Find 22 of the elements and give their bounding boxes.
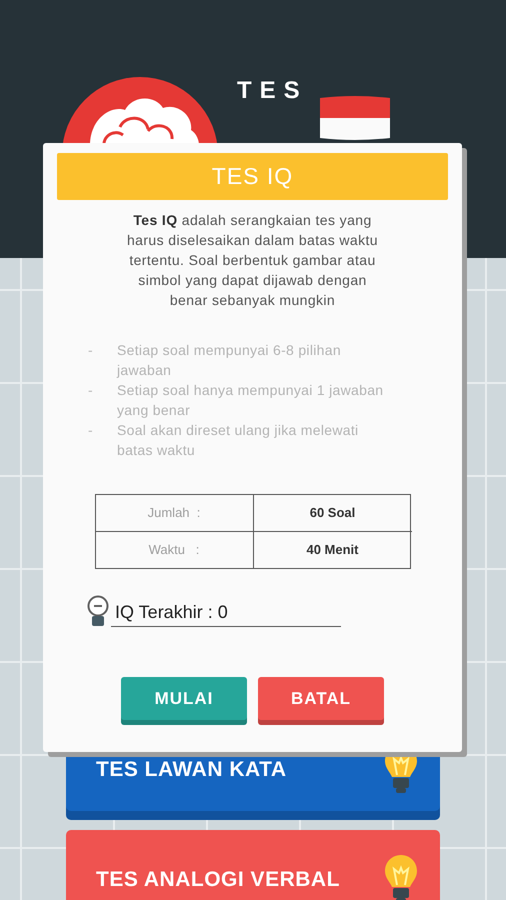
table-cell: Jumlah : [96, 495, 254, 532]
menu-label: TES LAWAN KATA [96, 757, 287, 783]
table-cell: Waktu : [96, 532, 254, 568]
table-cell: 60 Soal [254, 495, 412, 532]
menu-label: TES ANALOGI VERBAL [96, 867, 340, 893]
logo-title: TES [237, 78, 308, 104]
start-button[interactable]: MULAI [121, 677, 247, 725]
description-text: Tes IQ adalah serangkaian tes yang harus diselesaikan dalam batas waktu tertentu. Soal berbentuk gambar atau simbol yang dapat dijawab dengan benar sebanyak mungkin [126, 211, 379, 310]
rule-text: Setiap soal hanya mempunyai 1 jawaban yang benar [117, 381, 384, 420]
last-iq-text: IQ Terakhir : 0 [111, 600, 341, 627]
bullet-dash: - [88, 421, 94, 440]
light-bulb-icon [384, 854, 418, 900]
dialog-title: TES IQ [57, 153, 448, 200]
table-cell-text: 40 Menit [305, 541, 360, 559]
rule-text: Setiap soal mempunyai 6-8 pilihan jawaban [117, 341, 342, 380]
bullet-dash: - [88, 381, 94, 400]
menu-card[interactable]: TES ANALOGI VERBAL [66, 830, 440, 900]
rule-text: Soal akan direset ulang jika melewati batas waktu [117, 421, 360, 460]
cancel-button[interactable]: BATAL [258, 677, 384, 725]
bullet-dash: - [88, 341, 94, 360]
flag-icon [320, 96, 390, 140]
light-bulb-icon [87, 595, 109, 627]
